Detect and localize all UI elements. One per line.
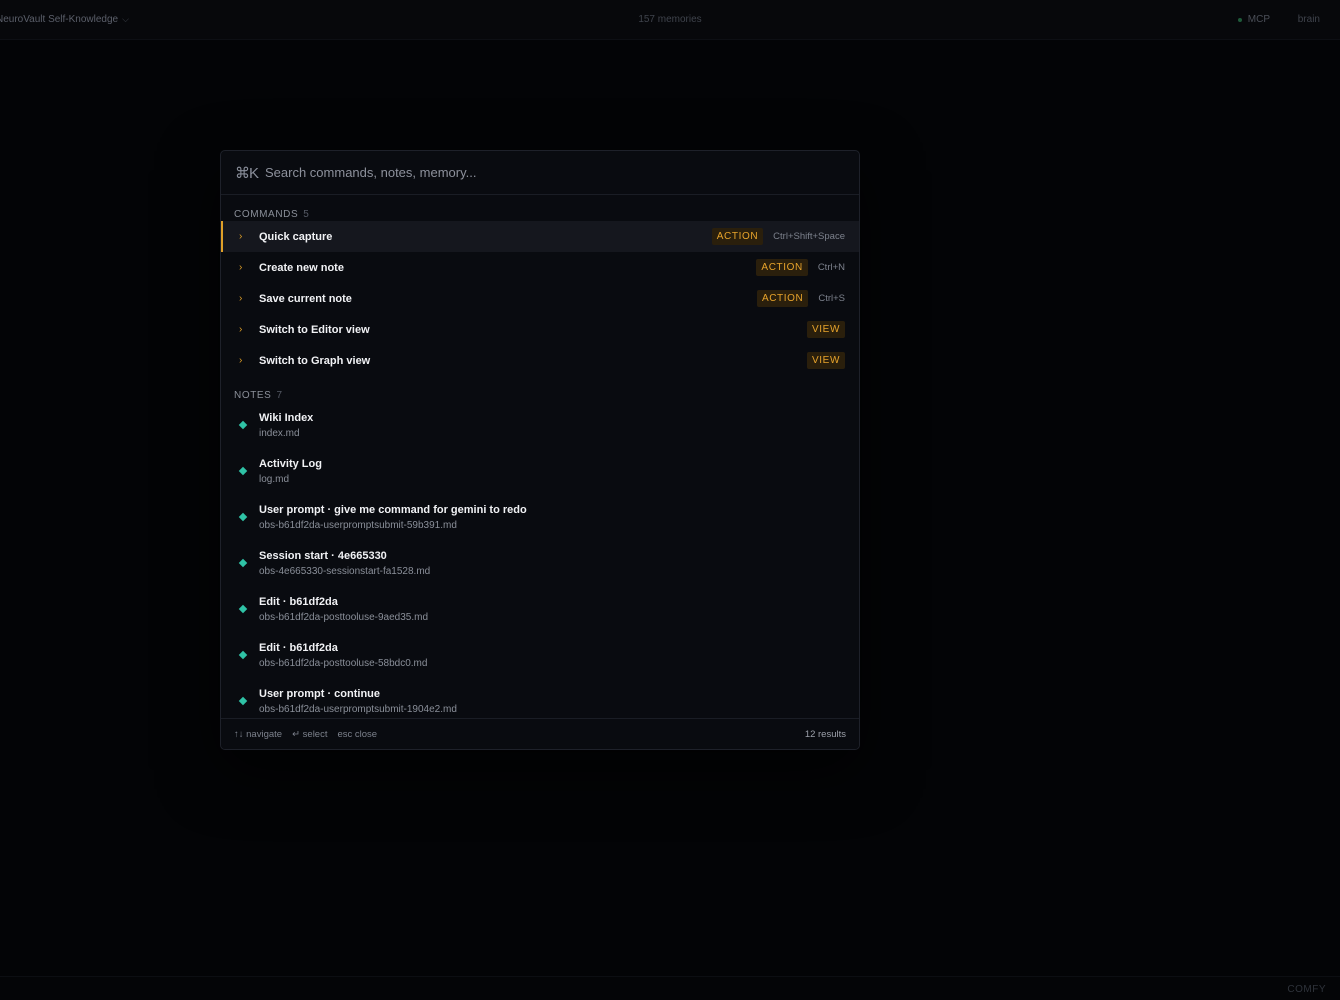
status-dot-icon — [1237, 17, 1242, 22]
command-type-badge: ACTION — [756, 290, 809, 307]
command-label: Switch to Editor view — [259, 323, 370, 336]
note-path: index.md — [259, 427, 300, 439]
top-bar: NeuroVault Self-Knowledge ⌵ 157 memories … — [0, 0, 1340, 40]
note-item[interactable]: Session start · 4e665330 obs-4e665330-se… — [221, 540, 859, 586]
note-item[interactable]: User prompt · give me command for gemini… — [221, 494, 859, 540]
note-title: Edit · b61df2da — [259, 641, 338, 654]
diamond-icon — [238, 650, 259, 660]
notes-section-title: NOTES — [234, 390, 272, 401]
note-path: obs-b61df2da-posttooluse-58bdc0.md — [259, 657, 428, 669]
command-type-badge: ACTION — [756, 259, 808, 276]
mcp-label: MCP — [1247, 14, 1270, 25]
command-key-icon: ⌘K — [235, 164, 259, 182]
select-hint: ↵ select — [292, 728, 328, 740]
chevron-right-icon: › — [239, 355, 243, 366]
note-item[interactable]: User prompt · continue obs-b61df2da-user… — [221, 678, 859, 720]
note-item[interactable]: Wiki Index index.md — [221, 402, 859, 448]
command-type-badge: ACTION — [711, 228, 764, 245]
command-label: Switch to Graph view — [259, 354, 371, 367]
diamond-icon — [238, 466, 259, 476]
close-hint: esc close — [337, 728, 378, 740]
command-item-switch-editor-view[interactable]: › Switch to Editor view VIEW — [221, 314, 859, 345]
notes-section-header: NOTES 7 — [221, 376, 859, 402]
command-label: Quick capture — [259, 230, 333, 243]
chevron-right-icon: › — [239, 262, 243, 273]
palette-results: COMMANDS 5 › Quick capture ACTION Ctrl+Sh… — [221, 195, 859, 720]
commands-section-count: 5 — [303, 209, 310, 220]
note-title: User prompt · continue — [259, 687, 381, 700]
note-title: Wiki Index — [259, 411, 314, 424]
command-type-badge: VIEW — [807, 321, 845, 338]
command-shortcut: Ctrl+S — [818, 293, 845, 304]
note-item[interactable]: Edit · b61df2da obs-b61df2da-posttooluse… — [221, 632, 859, 678]
navigate-hint: ↑↓ navigate — [234, 728, 283, 740]
note-title: Activity Log — [259, 457, 322, 470]
status-bar: COMFY — [0, 976, 1340, 1000]
command-item-quick-capture[interactable]: › Quick capture ACTION Ctrl+Shift+Space — [221, 221, 859, 252]
note-path: log.md — [259, 473, 290, 485]
diamond-icon — [238, 604, 259, 614]
commands-section-header: COMMANDS 5 — [221, 195, 859, 221]
command-type-badge: VIEW — [807, 352, 845, 369]
command-label: Create new note — [259, 261, 344, 274]
palette-search-input[interactable] — [265, 157, 859, 188]
note-path: obs-b61df2da-posttooluse-9aed35.md — [259, 611, 429, 623]
palette-footer: ↑↓ navigate ↵ select esc close 12 result… — [221, 718, 859, 749]
result-count: 12 results — [804, 728, 846, 740]
note-path: obs-b61df2da-userpromptsubmit-59b391.md — [259, 519, 457, 531]
diamond-icon — [238, 558, 259, 568]
diamond-icon — [238, 420, 259, 430]
note-title: User prompt · give me command for gemini… — [259, 503, 527, 516]
chevron-right-icon: › — [239, 231, 243, 242]
notes-section-count: 7 — [276, 390, 283, 401]
note-path: obs-b61df2da-userpromptsubmit-1904e2.md — [259, 703, 457, 715]
brain-selector[interactable]: brain — [1298, 14, 1320, 25]
note-item[interactable]: Activity Log log.md — [221, 448, 859, 494]
command-shortcut: Ctrl+N — [817, 262, 845, 273]
command-item-save-current-note[interactable]: › Save current note ACTION Ctrl+S — [221, 283, 859, 314]
note-title: Session start · 4e665330 — [259, 549, 387, 562]
palette-search-row: ⌘K — [221, 151, 859, 195]
command-label: Save current note — [259, 292, 352, 305]
command-palette: ⌘K COMMANDS 5 › Quick capture ACTION Ctrl… — [220, 150, 860, 750]
diamond-icon — [238, 696, 259, 706]
chevron-right-icon: › — [239, 324, 243, 335]
diamond-icon — [238, 512, 259, 522]
command-item-create-new-note[interactable]: › Create new note ACTION Ctrl+N — [221, 252, 859, 283]
memory-count: 157 memories — [638, 14, 702, 25]
mcp-status[interactable]: MCP — [1237, 14, 1270, 25]
note-path: obs-4e665330-sessionstart-fa1528.md — [259, 565, 431, 577]
note-title: Edit · b61df2da — [259, 595, 338, 608]
footer-label: COMFY — [1287, 984, 1326, 995]
chevron-right-icon: › — [239, 293, 243, 304]
commands-section-title: COMMANDS — [234, 209, 299, 220]
command-shortcut: Ctrl+Shift+Space — [773, 231, 845, 242]
command-item-switch-graph-view[interactable]: › Switch to Graph view VIEW — [221, 345, 859, 376]
note-item[interactable]: Edit · b61df2da obs-b61df2da-posttooluse… — [221, 586, 859, 632]
